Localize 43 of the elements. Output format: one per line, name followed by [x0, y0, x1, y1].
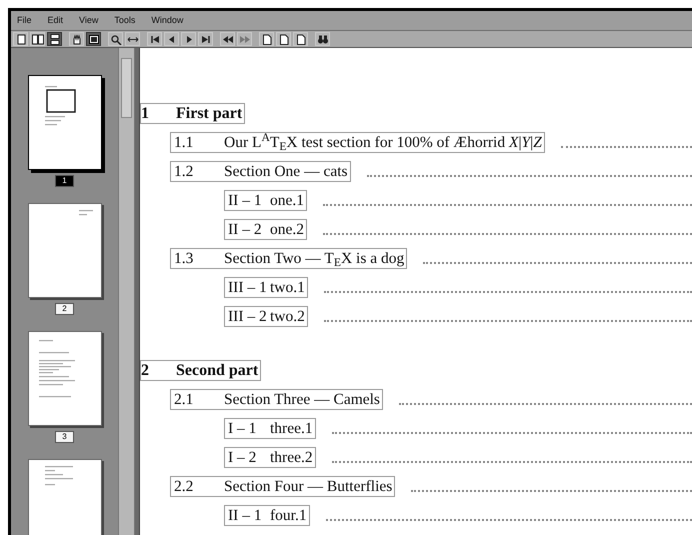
toc-link[interactable]: 2.2 Section Four — Butterflies — [170, 476, 396, 497]
scrollbar[interactable] — [118, 48, 135, 535]
hand-icon — [70, 34, 82, 44]
last-page-icon — [200, 34, 212, 44]
document-icon — [260, 34, 272, 44]
menu-item[interactable]: View — [79, 14, 98, 28]
toc-link[interactable]: 1.2 Section One — cats — [170, 161, 351, 182]
toc-link[interactable]: 1 First part — [140, 103, 246, 124]
menu-item[interactable]: File — [17, 14, 32, 28]
toc-link[interactable]: 1.1 Our L$^{A}$T$_{E}$X test section for 100% of Æhorrid X|Y|Z — [170, 132, 545, 153]
toc-link[interactable]: III – 2 two.2 — [224, 306, 308, 327]
toc-link[interactable]: I – 2 three.2 — [224, 447, 316, 468]
toc-link[interactable]: III – 1 two.1 — [224, 277, 308, 298]
zoom-icon — [110, 34, 122, 44]
page-number: 1 — [55, 175, 74, 187]
document-icon — [278, 34, 290, 44]
select-icon — [88, 34, 100, 44]
page-icon — [14, 34, 26, 44]
page-thumbnail[interactable] — [28, 459, 102, 535]
scrollbar-thumb[interactable] — [121, 58, 132, 118]
document-icon — [294, 34, 306, 44]
continuous-pages-icon — [48, 34, 60, 44]
toc-link[interactable]: I – 1 three.1 — [224, 418, 316, 439]
toc-link[interactable]: 1.3 Section Two — T$_{E}$X is a dog — [170, 248, 408, 269]
forward-icon — [238, 34, 250, 44]
toc-link[interactable]: II – 1 one.1 — [224, 190, 308, 211]
toolbar-button[interactable] — [86, 32, 101, 46]
binoculars-icon — [316, 34, 328, 44]
toc-link[interactable]: 2 Second part — [140, 360, 262, 381]
page-number: 2 — [55, 303, 74, 315]
menu-item[interactable]: Tools — [114, 14, 136, 28]
page-thumbnail[interactable] — [28, 203, 102, 298]
toc-link[interactable]: II – 2 one.2 — [224, 219, 308, 240]
first-page-icon — [148, 34, 160, 44]
toolbar-button[interactable] — [47, 32, 62, 46]
page-thumbnail[interactable] — [28, 331, 102, 426]
two-pages-icon — [32, 34, 44, 44]
toc-link[interactable]: II – 1 four.1 — [224, 505, 310, 526]
menu-item[interactable]: Window — [151, 14, 184, 28]
back-icon — [222, 34, 234, 44]
menu-item[interactable]: Edit — [48, 14, 64, 28]
toc-link[interactable]: 2.1 Section Three — Camels — [170, 389, 383, 410]
page-number: 3 — [55, 431, 74, 443]
